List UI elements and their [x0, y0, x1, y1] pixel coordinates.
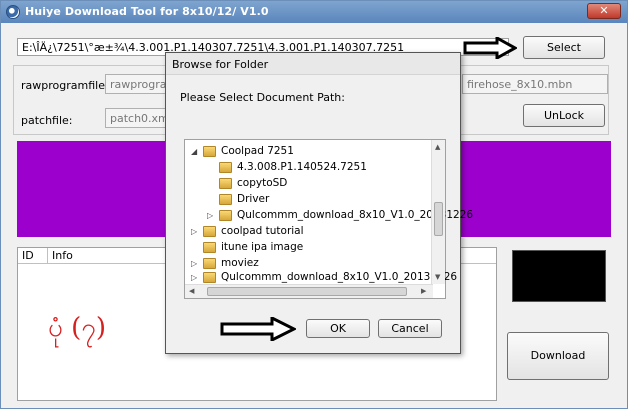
folder-icon [203, 272, 216, 283]
tree-item-label: Coolpad 7251 [221, 145, 294, 157]
firehose-field[interactable]: firehose_8x10.mbn [462, 74, 608, 94]
patchfile-label: patchfile: [21, 114, 73, 127]
folder-icon [203, 242, 216, 253]
arrow-to-ok-icon [220, 317, 296, 341]
folder-icon [219, 162, 232, 173]
scroll-right-icon[interactable]: ▶ [421, 287, 426, 295]
expand-icon[interactable]: ▷ [207, 212, 215, 220]
tree-item-label: Driver [237, 193, 270, 205]
expand-icon[interactable]: ▷ [191, 260, 199, 268]
close-button[interactable]: ✕ [587, 3, 621, 19]
dialog-prompt: Please Select Document Path: [180, 91, 345, 104]
tree-item-label: copytoSD [237, 177, 288, 189]
scroll-left-icon[interactable]: ◀ [189, 287, 194, 295]
tree-item-label: Qulcommm_download_8x10_V1.0_20131226 [221, 271, 458, 283]
scroll-thumb[interactable] [207, 287, 407, 296]
scroll-down-icon[interactable]: ▼ [435, 273, 440, 281]
folder-icon [219, 210, 232, 221]
dialog-title: Browse for Folder [172, 58, 269, 71]
download-button[interactable]: Download [507, 332, 609, 380]
title-bar: Huiye Download Tool for 8x10/12/ V1.0 ✕ [1, 1, 627, 23]
select-button[interactable]: Select [523, 36, 605, 59]
folder-tree[interactable]: ◢ Coolpad 7251 4.3.008.P1.140524.7251 co… [184, 139, 473, 299]
column-id[interactable]: ID [18, 248, 48, 264]
scroll-thumb[interactable] [434, 202, 443, 236]
tree-item-label: 4.3.008.P1.140524.7251 [237, 161, 367, 173]
dialog-title-bar: Browse for Folder [166, 53, 460, 75]
tree-item-label: coolpad tutorial [221, 225, 304, 237]
folder-icon [219, 194, 232, 205]
rawprogram-label: rawprogramfile: [21, 79, 109, 92]
patchfile-field[interactable]: patch0.xml [105, 108, 167, 128]
cancel-button[interactable]: Cancel [378, 319, 442, 338]
folder-icon [219, 178, 232, 189]
app-icon [6, 5, 20, 19]
ok-button[interactable]: OK [306, 319, 370, 338]
unlock-button[interactable]: UnLock [523, 104, 605, 127]
vertical-scrollbar[interactable]: ▲ ▼ [431, 140, 445, 284]
browse-folder-dialog: Browse for Folder Please Select Document… [165, 52, 473, 354]
status-display [512, 250, 606, 302]
scroll-up-icon[interactable]: ▲ [435, 143, 440, 151]
rawprogram-field[interactable]: rawprogram [105, 74, 167, 94]
expand-icon[interactable]: ▷ [191, 274, 199, 282]
tree-item-label: itune ipa image [221, 241, 304, 253]
overlay-caption: ပုံ (၇) [48, 313, 107, 343]
horizontal-scrollbar[interactable]: ◀ ▶ [185, 284, 433, 298]
folder-icon [203, 258, 216, 269]
expand-icon[interactable]: ▷ [191, 228, 199, 236]
tree-item-label: moviez [221, 257, 259, 269]
window-title: Huiye Download Tool for 8x10/12/ V1.0 [25, 5, 269, 18]
folder-icon [203, 226, 216, 237]
expand-icon[interactable]: ◢ [191, 148, 199, 156]
arrow-to-select-icon [463, 37, 517, 59]
folder-icon [203, 146, 216, 157]
